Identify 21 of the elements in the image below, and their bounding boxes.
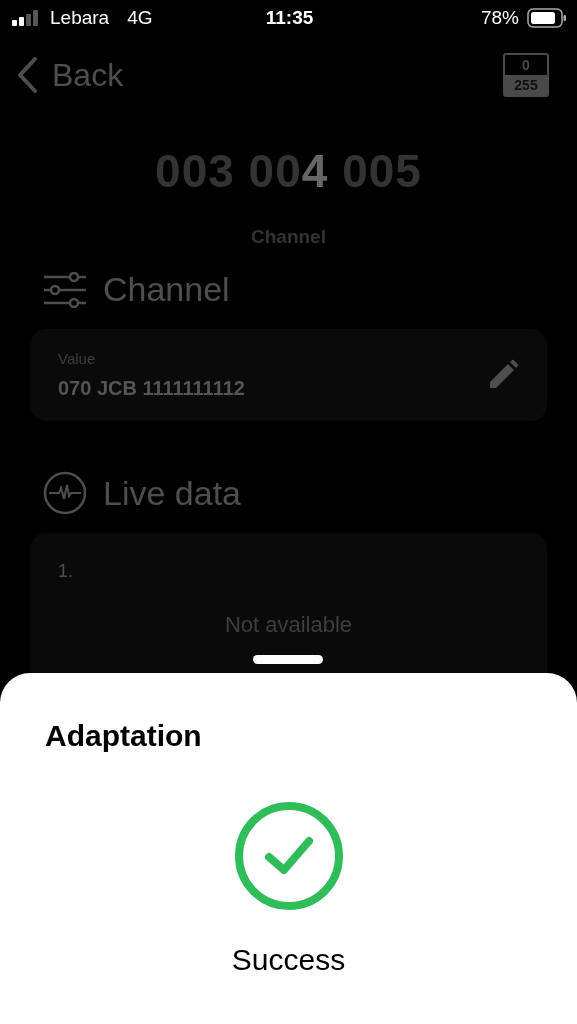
back-link[interactable]: Back <box>16 56 124 94</box>
counter-bottom-value: 255 <box>505 75 547 95</box>
carrier-name: Lebara <box>50 7 110 29</box>
field-value: 070 JCB 1111111112 <box>58 377 245 400</box>
item-index: 1. <box>58 561 74 582</box>
section-title: Live data <box>103 473 241 513</box>
sliders-icon <box>43 271 87 308</box>
battery-percentage: 78% <box>481 7 519 29</box>
battery-icon <box>527 8 567 28</box>
sheet-handle[interactable] <box>253 655 323 664</box>
pulse-icon <box>43 471 87 515</box>
section-title: Channel <box>103 270 230 309</box>
check-circle-icon <box>233 801 344 911</box>
pencil-icon[interactable] <box>487 359 519 391</box>
counter-badge[interactable]: 0 255 <box>503 53 549 97</box>
counter-top-value: 0 <box>521 56 531 75</box>
network-type: 4G <box>127 7 153 29</box>
clock: 11:35 <box>265 7 314 29</box>
chevron-left-icon <box>16 56 38 94</box>
sheet-title: Adaptation <box>44 718 203 753</box>
result-text: Success <box>231 943 346 977</box>
